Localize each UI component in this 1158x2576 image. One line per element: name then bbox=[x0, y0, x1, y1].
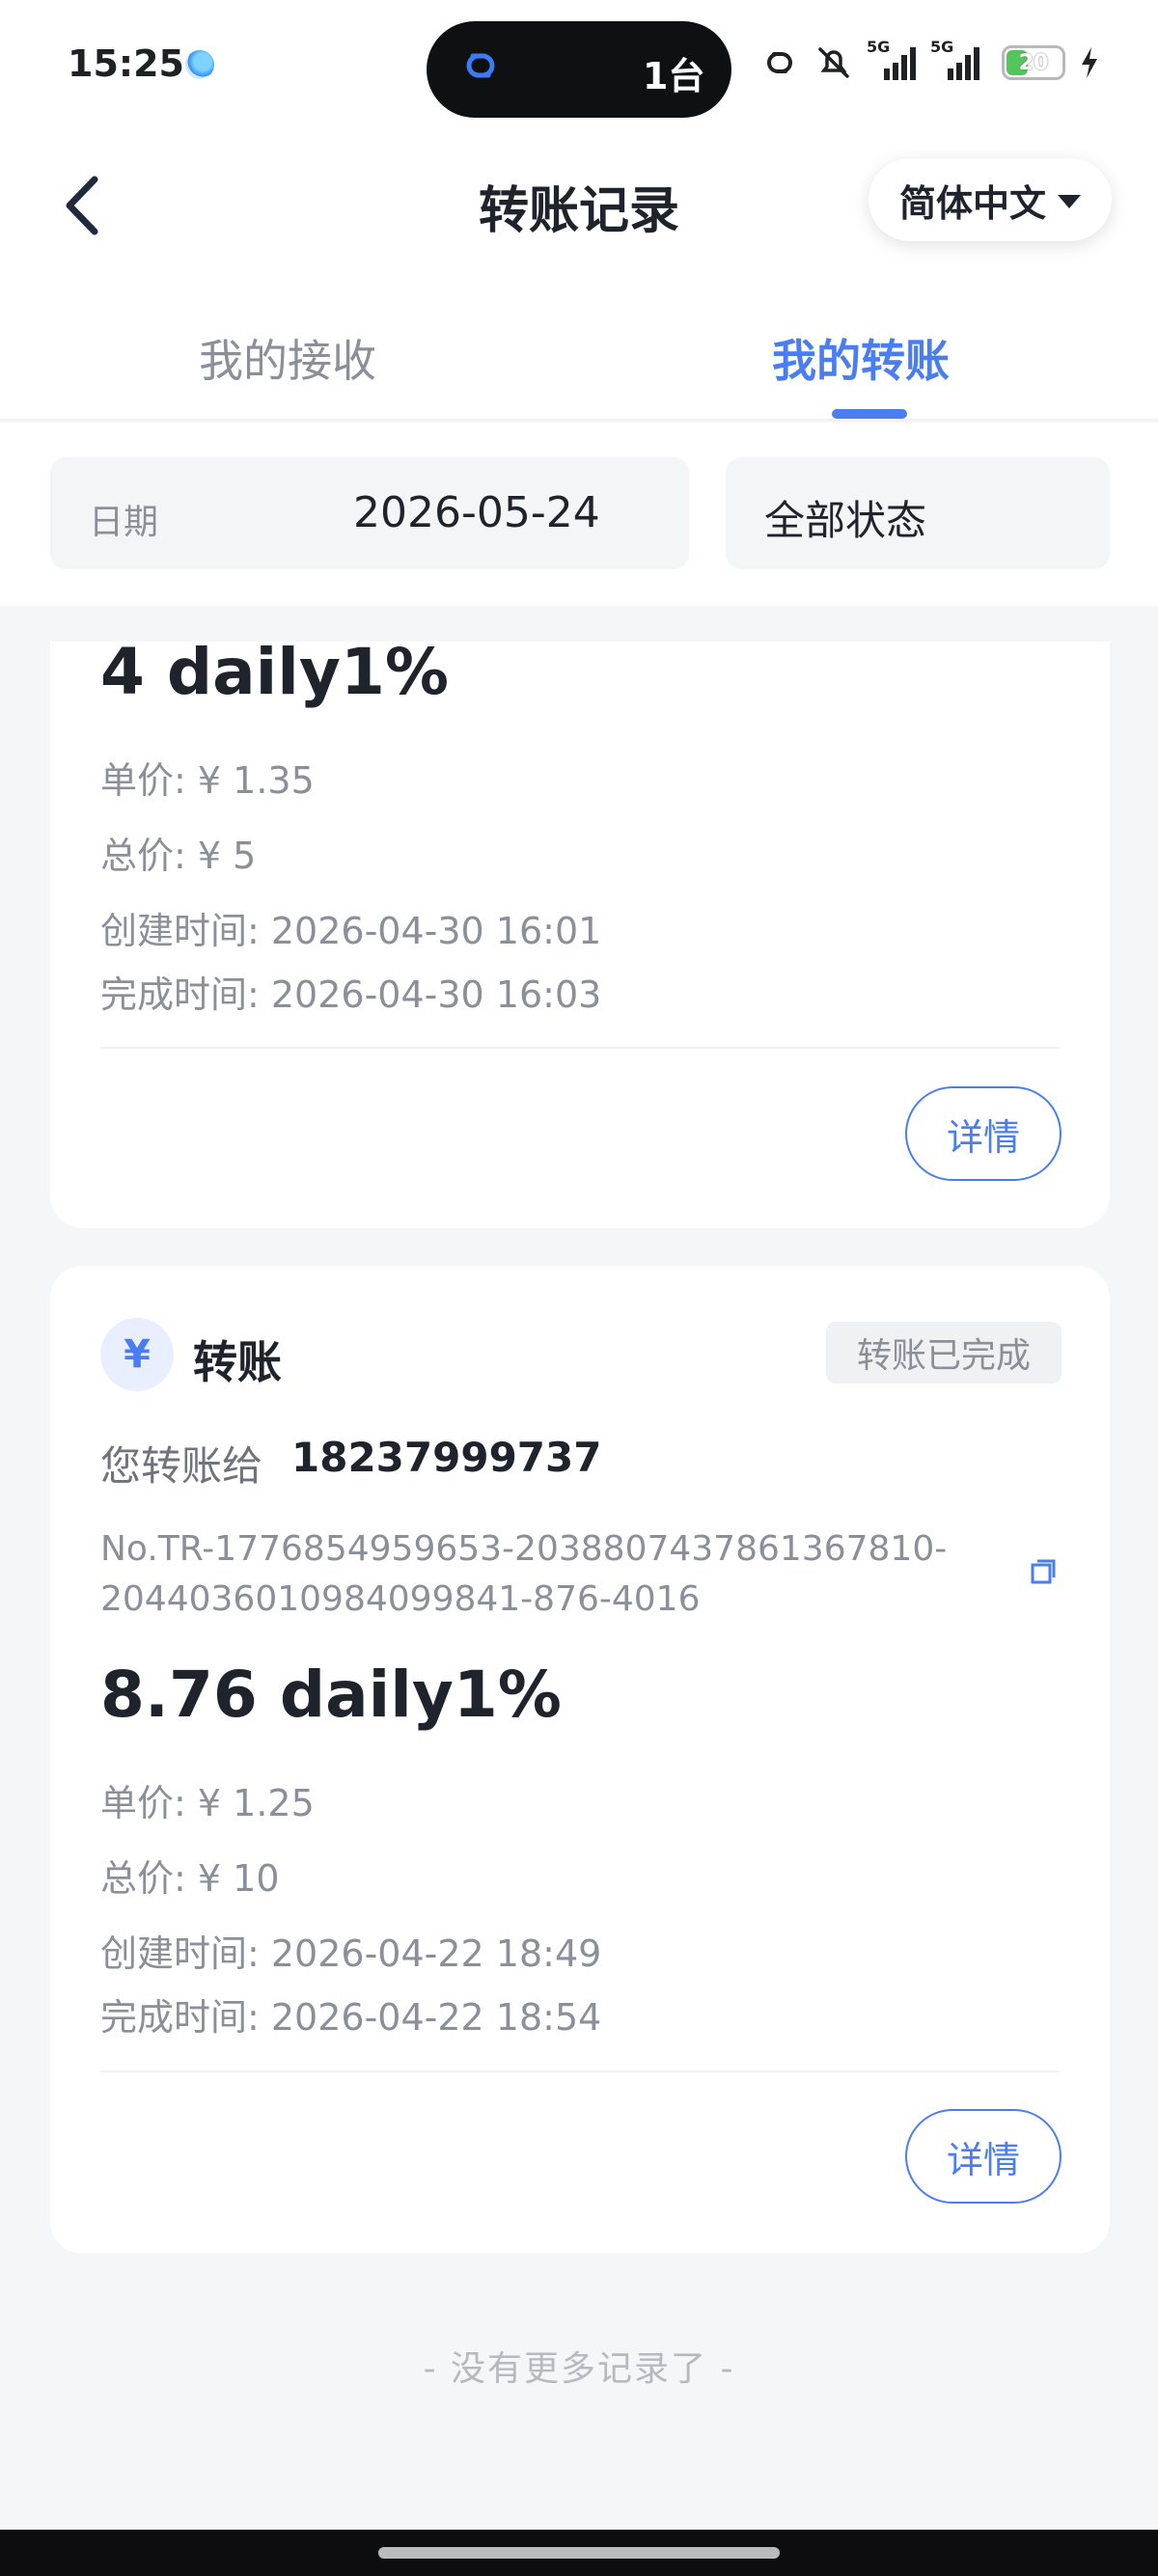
record-amount: 8.76 daily1% bbox=[100, 1658, 562, 1732]
battery-icon: 20 bbox=[1002, 45, 1065, 80]
completed-time: 完成时间: 2026-04-22 18:54 bbox=[100, 1996, 602, 2039]
created-time: 创建时间: 2026-04-30 16:01 bbox=[100, 910, 602, 952]
battery-level: 20 bbox=[1018, 50, 1049, 75]
transfer-to-account: 18237999737 bbox=[291, 1434, 602, 1481]
app-notification-icon bbox=[185, 50, 214, 79]
tab-my-transfers[interactable]: 我的转账 bbox=[772, 326, 950, 390]
language-label: 简体中文 bbox=[898, 181, 1046, 225]
record-type: 转账 bbox=[193, 1336, 282, 1388]
network-label: 5G bbox=[867, 38, 891, 56]
language-selector[interactable]: 简体中文 bbox=[868, 158, 1112, 241]
signal-icon: 5G bbox=[867, 38, 917, 84]
completed-time: 完成时间: 2026-04-30 16:03 bbox=[100, 973, 602, 1016]
tab-my-received[interactable]: 我的接收 bbox=[199, 326, 376, 390]
status-time: 15:25 bbox=[68, 42, 184, 85]
divider bbox=[100, 1047, 1060, 1049]
signal-icon: 5G bbox=[930, 38, 988, 84]
bell-off-icon bbox=[818, 47, 849, 78]
divider bbox=[100, 2070, 1060, 2072]
charging-icon bbox=[1082, 47, 1097, 78]
transfer-to-label: 您转账给 bbox=[100, 1442, 263, 1490]
copy-icon[interactable] bbox=[1029, 1557, 1058, 1586]
link-icon bbox=[767, 52, 792, 73]
status-badge: 转账已完成 bbox=[826, 1322, 1062, 1384]
record-card bbox=[50, 1266, 1110, 2254]
link-icon bbox=[466, 53, 495, 78]
island-device-count: 1台 bbox=[643, 55, 705, 97]
detail-button[interactable]: 详情 bbox=[905, 1086, 1062, 1181]
order-number: No.TR-1776854959653-2038807437861367810-… bbox=[100, 1529, 948, 1619]
status-filter-value: 全部状态 bbox=[764, 497, 927, 544]
caret-down-icon bbox=[1058, 195, 1081, 208]
tab-bar: 我的接收 我的转账 bbox=[0, 280, 1158, 421]
active-tab-indicator bbox=[832, 409, 907, 419]
date-filter-label: 日期 bbox=[89, 503, 159, 542]
date-filter-value: 2026-05-24 bbox=[353, 488, 600, 537]
network-label: 5G bbox=[930, 38, 954, 56]
record-amount: 4 daily1% bbox=[100, 635, 450, 709]
detail-button[interactable]: 详情 bbox=[905, 2109, 1062, 2204]
yen-icon: ¥ bbox=[100, 1318, 174, 1391]
home-indicator[interactable] bbox=[378, 2547, 780, 2559]
no-more-records: - 没有更多记录了 - bbox=[423, 2349, 735, 2389]
unit-price: 单价: ¥ 1.35 bbox=[100, 759, 315, 802]
unit-price: 单价: ¥ 1.25 bbox=[100, 1782, 315, 1824]
status-icons: 5G 5G 20 bbox=[758, 38, 1100, 87]
created-time: 创建时间: 2026-04-22 18:49 bbox=[100, 1932, 602, 1975]
total-price: 总价: ¥ 10 bbox=[100, 1857, 280, 1900]
total-price: 总价: ¥ 5 bbox=[100, 835, 257, 877]
